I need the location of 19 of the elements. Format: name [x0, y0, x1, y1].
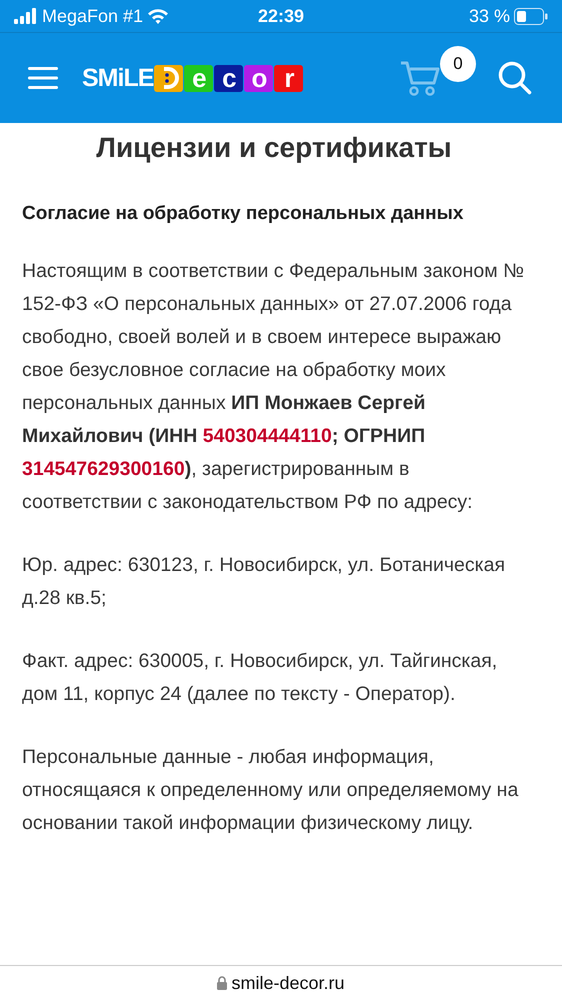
- section-heading: Согласие на обработку персональных данных: [22, 202, 464, 226]
- wifi-icon: [147, 8, 170, 24]
- page-title: Лицензии и сертификаты: [95, 131, 453, 165]
- url-text: smile-decor.ru: [231, 972, 345, 994]
- battery-percent: 33 %: [468, 4, 510, 28]
- body-paragraph: Персональные данные - любая информация, относящаяся к определенному или определяемому на основании такой информации физическому лицу.: [22, 745, 520, 836]
- battery-icon: [514, 8, 548, 24]
- logo[interactable]: SMiLE e c o r: [82, 64, 304, 92]
- search-icon[interactable]: [498, 61, 532, 95]
- body-paragraph: Факт. адрес: 630005, г. Новосибирск, ул. Тайгинская, дом 11, корпус 24 (далее по тексту - Оператор).: [22, 649, 498, 708]
- clock-time: 22:39: [258, 4, 304, 28]
- body-paragraph: Настоящим в соответствии с Федеральным законом № 152-ФЗ «О персональных данных» от 27.07.2006 года свободно, своей волей и в своем интересе выражаю свое безусловное согласие на обработку моих персональных данных ИП Монжаев Сергей Михайлович (ИНН 540304444110; ОГРНИП 314547629300160), зарегистрированным в соответствии с законодательством РФ по адресу:: [22, 259, 525, 516]
- signal-icon: [14, 8, 38, 24]
- cart-icon[interactable]: [400, 60, 440, 96]
- lock-icon: [217, 976, 228, 990]
- menu-icon[interactable]: [28, 66, 58, 90]
- body-paragraph: Юр. адрес: 630123, г. Новосибирск, ул. Ботаническая д.28 кв.5;: [22, 553, 506, 612]
- cart-count: 0: [440, 46, 476, 82]
- carrier-name: MegaFon #1: [42, 4, 144, 28]
